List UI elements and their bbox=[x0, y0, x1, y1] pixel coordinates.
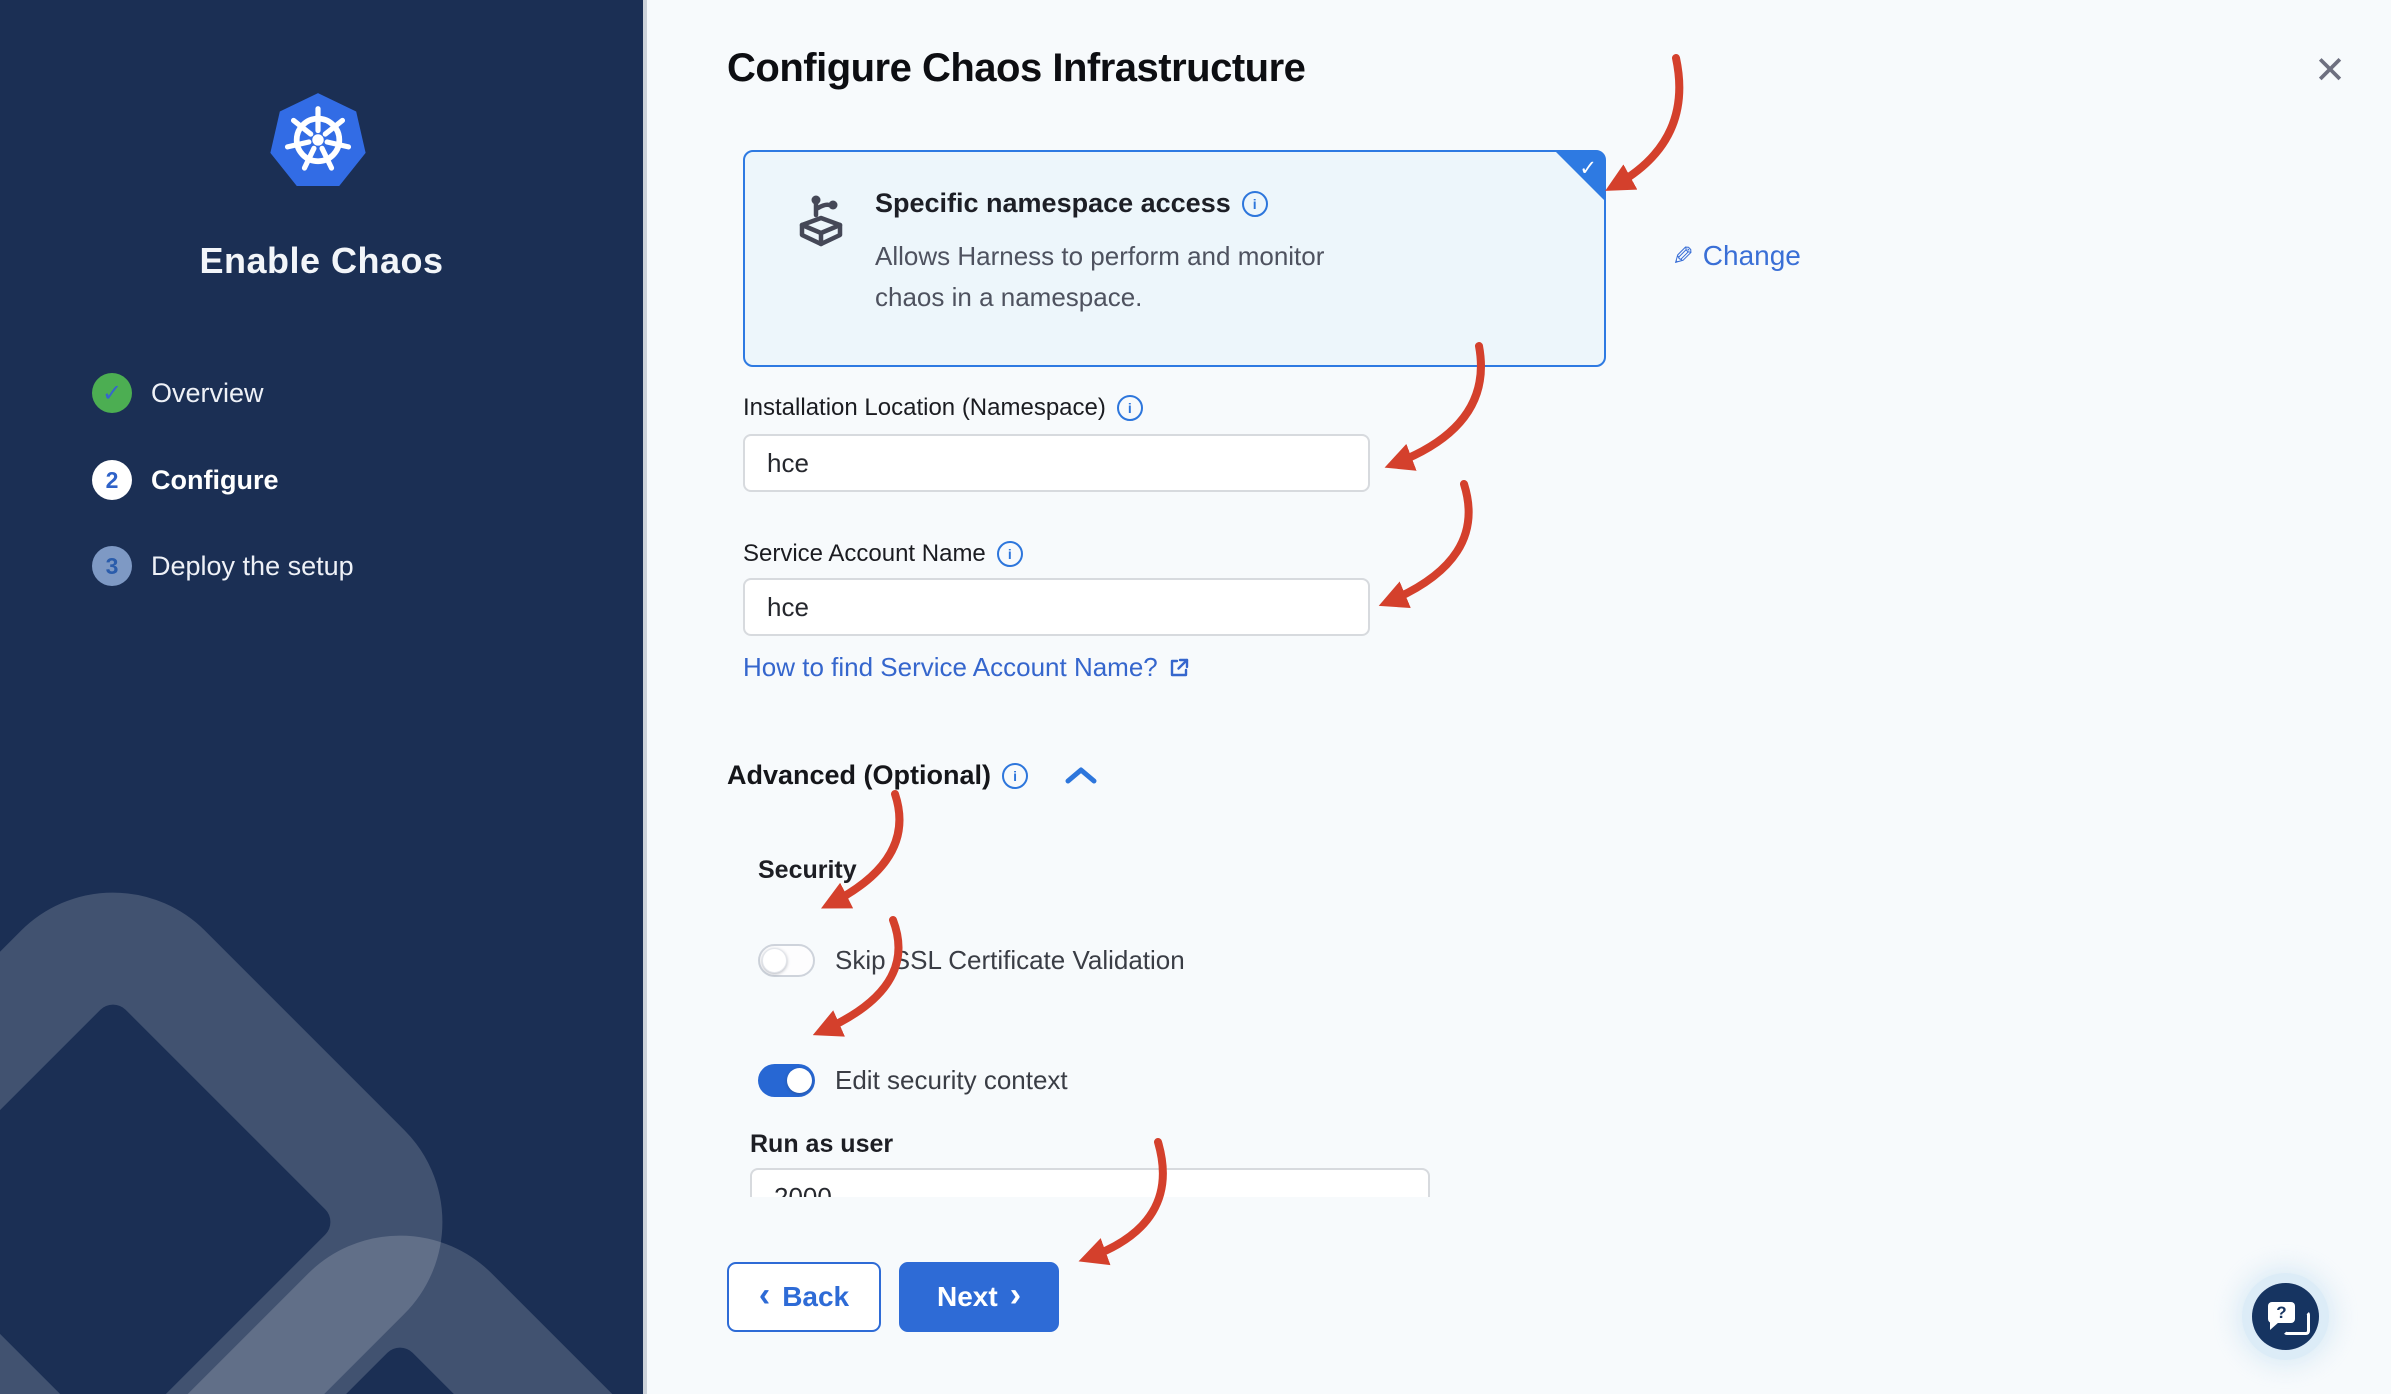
edit-security-context-toggle[interactable] bbox=[758, 1064, 815, 1097]
back-label: Back bbox=[782, 1281, 850, 1312]
pencil-icon: ✎ bbox=[1672, 240, 1694, 271]
step-label: Overview bbox=[151, 377, 264, 408]
change-link[interactable]: ✎ Change bbox=[1672, 240, 1801, 272]
harness-chaos-watermark-icon bbox=[0, 892, 643, 1394]
skip-ssl-label: Skip SSL Certificate Validation bbox=[835, 945, 1185, 975]
info-icon[interactable]: i bbox=[996, 541, 1023, 567]
check-icon: ✓ bbox=[101, 379, 123, 407]
card-title: Specific namespace access bbox=[875, 188, 1231, 218]
service-account-label: Service Account Name bbox=[743, 540, 986, 567]
step-label: Deploy the setup bbox=[151, 550, 354, 581]
sidebar-step-configure[interactable]: 2 Configure bbox=[92, 459, 279, 501]
chevron-right-icon: › bbox=[1009, 1276, 1022, 1314]
step-label: Configure bbox=[151, 464, 279, 495]
next-label: Next bbox=[936, 1281, 998, 1312]
question-glyph: ? bbox=[2276, 1302, 2287, 1322]
card-description: Allows Harness to perform and monitor ch… bbox=[875, 241, 1325, 312]
step-number: 2 bbox=[105, 466, 119, 493]
security-section-label: Security bbox=[758, 856, 857, 884]
edit-security-context-label: Edit security context bbox=[835, 1065, 1068, 1095]
advanced-optional-label: Advanced (Optional) bbox=[727, 760, 992, 790]
namespace-icon bbox=[799, 195, 843, 247]
sidebar-step-overview[interactable]: ✓ Overview bbox=[92, 372, 264, 414]
service-account-help-link[interactable]: How to find Service Account Name? bbox=[743, 652, 1190, 683]
close-icon[interactable]: ✕ bbox=[2306, 46, 2354, 94]
chevron-left-icon: ‹ bbox=[758, 1276, 771, 1314]
run-as-user-label: Run as user bbox=[750, 1130, 894, 1158]
namespace-access-card[interactable]: ✓ Specific namespace access i Allows Har… bbox=[743, 150, 1606, 367]
sidebar-step-deploy[interactable]: 3 Deploy the setup bbox=[92, 545, 354, 587]
change-label: Change bbox=[1702, 240, 1801, 271]
installation-location-label: Installation Location (Namespace) bbox=[743, 394, 1106, 421]
wizard-title: Enable Chaos bbox=[199, 240, 444, 281]
external-link-icon bbox=[1170, 658, 1188, 676]
toggle-knob bbox=[762, 948, 787, 973]
selected-check-icon: ✓ bbox=[1579, 157, 1597, 180]
step-number-badge: 2 bbox=[92, 460, 132, 500]
step-done-icon: ✓ bbox=[92, 373, 132, 413]
collapse-chevron-up-icon[interactable] bbox=[1062, 765, 1100, 787]
kubernetes-logo-icon bbox=[270, 93, 366, 186]
step-number-badge: 3 bbox=[92, 546, 132, 586]
toggle-knob bbox=[787, 1068, 812, 1093]
info-icon[interactable]: i bbox=[1002, 762, 1029, 789]
help-chat-button[interactable]: ? bbox=[2252, 1283, 2319, 1350]
dialog-title: Configure Chaos Infrastructure bbox=[727, 46, 1306, 90]
help-link-label: How to find Service Account Name? bbox=[743, 652, 1158, 682]
skip-ssl-toggle[interactable] bbox=[758, 944, 815, 977]
back-button[interactable]: ‹ Back bbox=[727, 1262, 881, 1332]
chat-question-icon: ? bbox=[2268, 1302, 2295, 1330]
installation-location-input[interactable] bbox=[743, 434, 1370, 492]
service-account-input[interactable] bbox=[743, 578, 1370, 636]
next-button[interactable]: Next › bbox=[899, 1262, 1059, 1332]
step-number: 3 bbox=[105, 552, 119, 579]
info-icon[interactable]: i bbox=[1116, 395, 1143, 421]
wizard-sidebar: Enable Chaos ✓ Overview 2 Configure 3 De… bbox=[0, 0, 643, 1394]
info-icon[interactable]: i bbox=[1241, 190, 1268, 217]
sidebar-divider bbox=[643, 0, 647, 1394]
